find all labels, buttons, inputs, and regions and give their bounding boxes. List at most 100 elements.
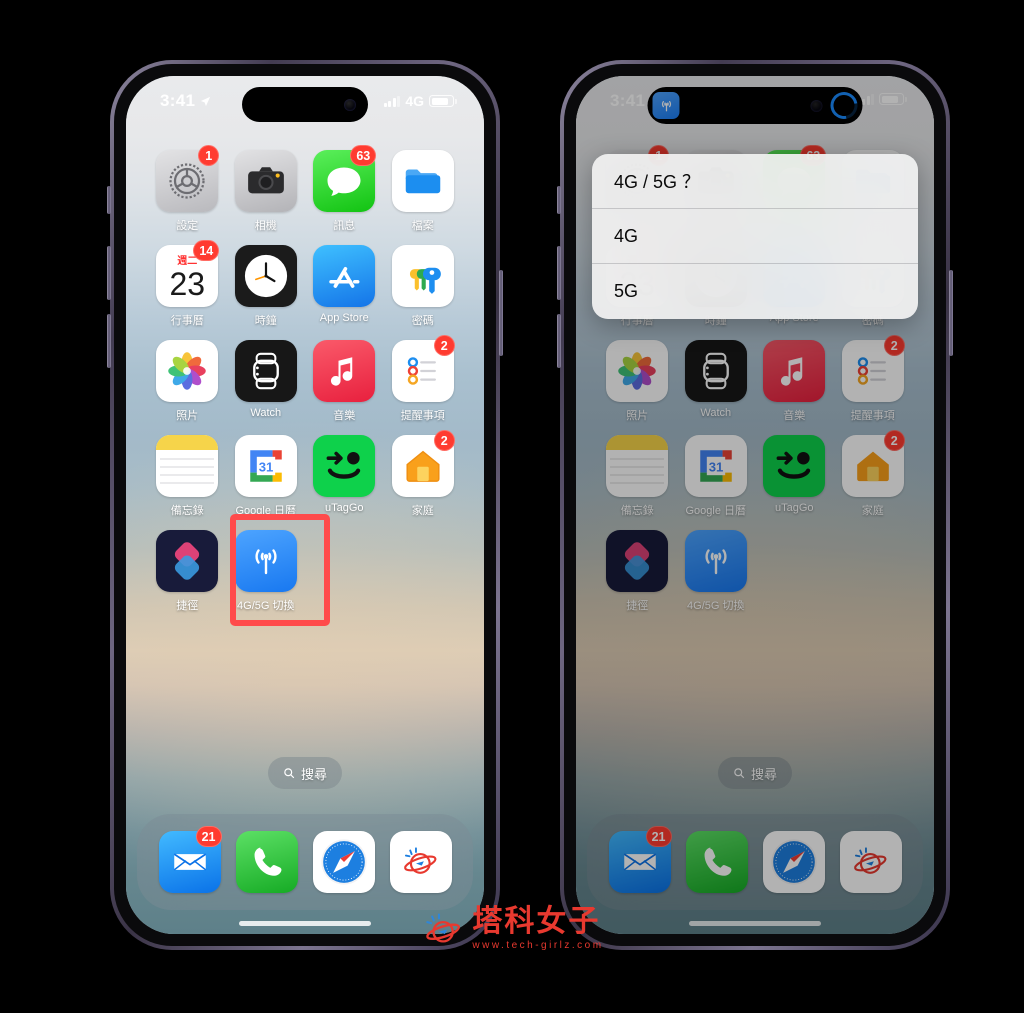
app-label: 密碼 (411, 315, 434, 327)
phone-bezel: 3:41 4G 1 設定 相機 63 訊息 檔案 週二 23 14 行事曆 時鐘… (114, 64, 496, 946)
badge-count: 14 (193, 240, 220, 261)
app-label: 備忘錄 (170, 505, 204, 517)
music-icon (313, 340, 376, 402)
battery-icon (429, 95, 457, 107)
app-label: 家庭 (411, 505, 434, 517)
network-label: 4G (405, 93, 424, 109)
phone-screen-right: 3:41 1 設定 (576, 76, 934, 934)
phone-bezel: 3:41 1 設定 (564, 64, 946, 946)
watermark-url: www.tech-girlz.com (472, 940, 604, 951)
app-label: 時鐘 (254, 315, 277, 327)
app-label: Watch (250, 407, 282, 419)
app-icon-settings[interactable]: 1 設定 (148, 145, 227, 233)
app-icon-home[interactable]: 2 家庭 (384, 430, 463, 518)
app-label: 設定 (176, 220, 199, 232)
files-icon (391, 150, 454, 212)
app-label: 音樂 (333, 410, 356, 422)
app-label: 檔案 (411, 220, 434, 232)
notes-icon (156, 435, 219, 497)
app-label: 行事曆 (170, 315, 204, 327)
planet-logo-icon (426, 913, 461, 943)
cellular-bars-icon (383, 95, 401, 107)
volume-down-button[interactable] (107, 314, 111, 368)
camera-icon (234, 150, 297, 212)
dialog-option-5g[interactable]: 5G (592, 264, 918, 319)
badge-count: 21 (195, 826, 222, 847)
app-icon-utaggo[interactable]: uTagGo (305, 435, 384, 518)
status-indicators: 4G (383, 93, 457, 109)
dock-item-phone[interactable] (235, 831, 298, 893)
app-icon-passwords[interactable]: 密碼 (384, 245, 463, 328)
phone-icon (235, 831, 298, 893)
app-icon-shortcuts[interactable]: 捷徑 (148, 530, 227, 613)
safari-icon (312, 831, 375, 893)
status-time: 3:41 (160, 91, 196, 110)
app-icon-google-calendar[interactable]: 31 Google 日曆 (227, 435, 306, 518)
photos-icon (156, 340, 219, 402)
search-label: 搜尋 (300, 766, 328, 782)
volume-up-button[interactable] (557, 246, 561, 300)
dock-item-safari[interactable] (312, 831, 375, 893)
passwords-icon (391, 245, 454, 307)
app-label: 相機 (254, 220, 277, 232)
app-icon-4g5g-toggle[interactable]: 4G/5G 切換 (227, 530, 306, 613)
dialog-title: 4G / 5G ？ (592, 154, 918, 209)
phone-left: 3:41 4G 1 設定 相機 63 訊息 檔案 週二 23 14 行事曆 時鐘… (107, 60, 503, 950)
app-icon-calendar[interactable]: 週二 23 14 行事曆 (148, 240, 227, 328)
app-icon-notes[interactable]: 備忘錄 (148, 435, 227, 518)
appstore-icon (313, 245, 376, 307)
phone-frame: 3:41 1 設定 (557, 60, 953, 950)
location-arrow-icon (201, 96, 211, 106)
planet-icon (389, 831, 452, 893)
app-label: 照片 (176, 410, 199, 422)
calendar-day: 23 (169, 266, 206, 302)
google-calendar-icon: 31 (234, 435, 297, 497)
volume-down-button[interactable] (557, 314, 561, 368)
dynamic-island (242, 87, 368, 122)
silent-switch[interactable] (557, 186, 561, 214)
app-label: 提醒事項 (400, 410, 445, 422)
app-grid-left: 1 設定 相機 63 訊息 檔案 週二 23 14 行事曆 時鐘 App Sto… (126, 145, 484, 613)
badge-count: 63 (350, 145, 377, 166)
phone-right: 3:41 1 設定 (557, 60, 953, 950)
app-label: App Store (319, 312, 369, 324)
dock-left: 21 (137, 814, 473, 910)
dock-item-planet[interactable] (389, 831, 452, 893)
badge-count: 2 (433, 335, 455, 356)
power-button[interactable] (499, 270, 503, 356)
search-icon (284, 768, 295, 779)
shortcuts-icon (156, 530, 219, 592)
volume-up-button[interactable] (107, 246, 111, 300)
power-button[interactable] (949, 270, 953, 356)
silent-switch[interactable] (107, 186, 111, 214)
app-icon-photos[interactable]: 照片 (148, 340, 227, 423)
4g5g-shortcut-icon (234, 530, 297, 592)
utaggo-icon (313, 435, 376, 497)
app-icon-music[interactable]: 音樂 (305, 340, 384, 423)
choose-network-dialog: 4G / 5G ？ 4G 5G (592, 154, 918, 319)
search-pill[interactable]: 搜尋 (267, 757, 343, 789)
app-icon-reminders[interactable]: 2 提醒事項 (384, 335, 463, 423)
svg-text:31: 31 (258, 459, 273, 474)
front-camera-icon (344, 98, 356, 111)
watermark-title: 塔科女子 (472, 905, 601, 938)
app-icon-camera[interactable]: 相機 (227, 150, 306, 233)
app-icon-files[interactable]: 檔案 (384, 150, 463, 233)
app-icon-clock[interactable]: 時鐘 (227, 245, 306, 328)
app-label: uTagGo (324, 502, 364, 514)
app-icon-appstore[interactable]: App Store (305, 245, 384, 328)
watch-icon (234, 340, 297, 402)
status-time-group: 3:41 (160, 91, 211, 111)
app-label: 4G/5G 切換 (237, 600, 295, 612)
app-label: 訊息 (333, 220, 356, 232)
watermark: 塔科女子 www.tech-girlz.com (420, 907, 603, 951)
badge-count: 2 (433, 430, 455, 451)
phone-screen-left: 3:41 4G 1 設定 相機 63 訊息 檔案 週二 23 14 行事曆 時鐘… (126, 76, 484, 934)
dock-item-mail[interactable]: 21 (158, 826, 222, 893)
home-indicator[interactable] (239, 921, 371, 926)
app-icon-watch[interactable]: Watch (227, 340, 306, 423)
dialog-option-4g[interactable]: 4G (592, 209, 918, 264)
app-label: Google 日曆 (235, 505, 297, 517)
clock-icon (234, 245, 297, 307)
app-icon-messages[interactable]: 63 訊息 (305, 145, 384, 233)
